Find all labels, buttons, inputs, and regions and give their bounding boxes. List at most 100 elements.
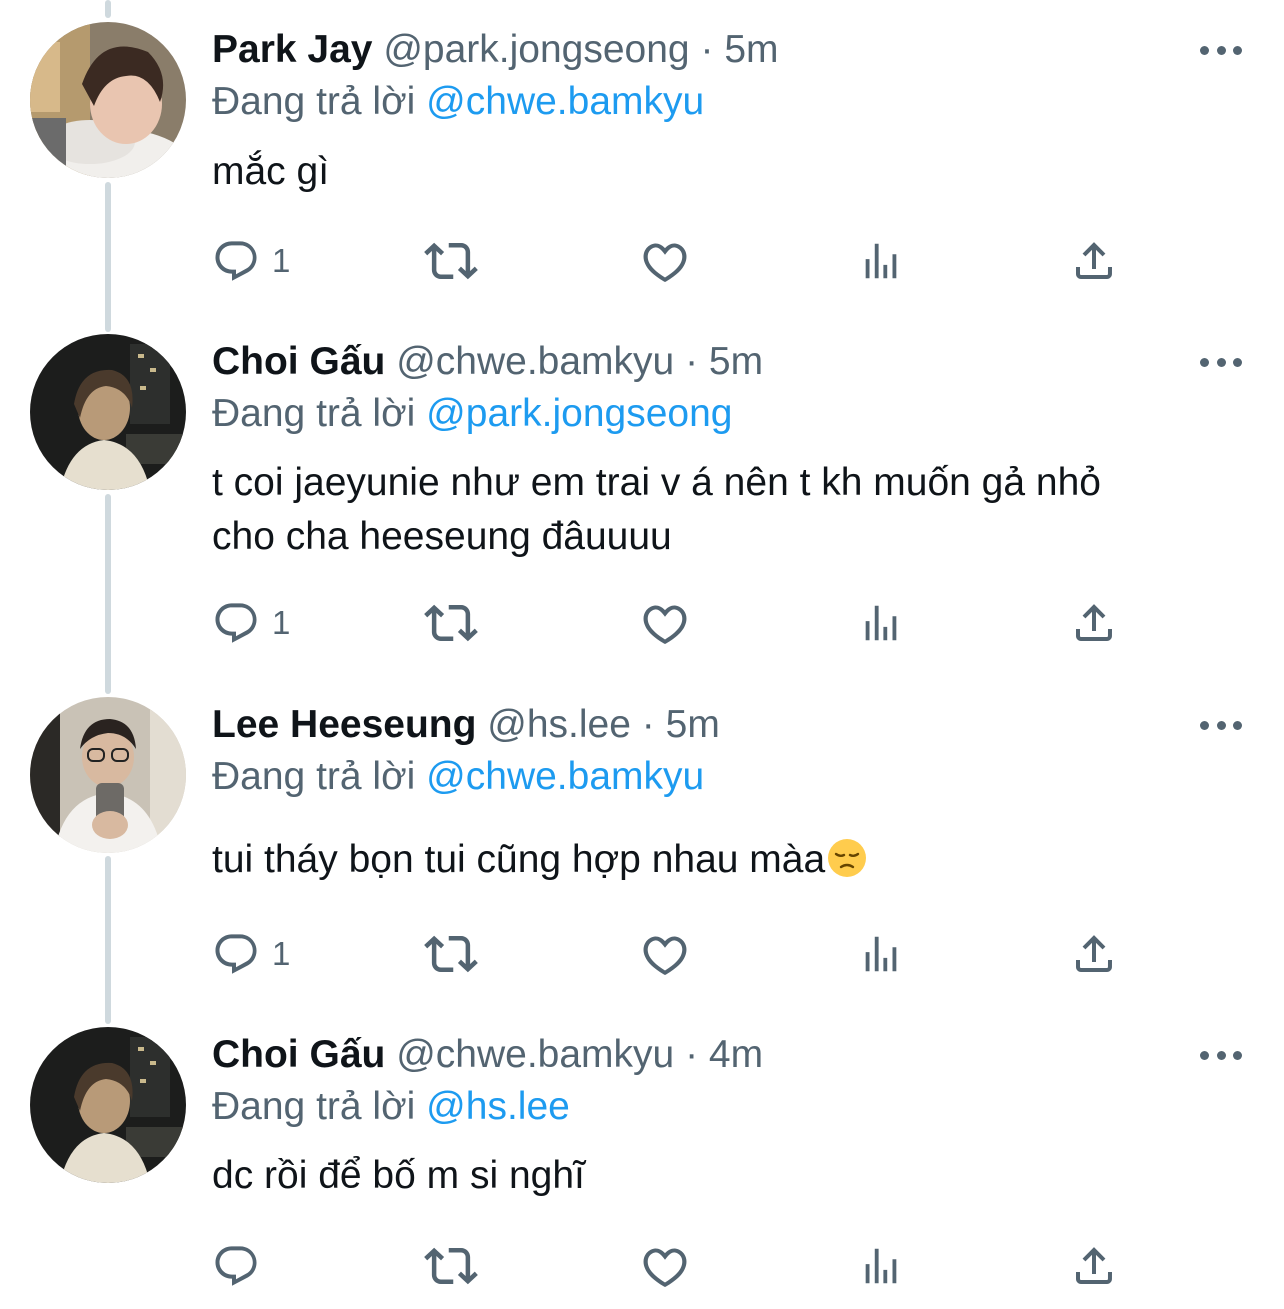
retweet-icon (424, 242, 478, 280)
separator: · (641, 703, 655, 746)
views-button[interactable] (858, 929, 904, 979)
replying-to-link[interactable]: @chwe.bamkyu (426, 80, 704, 123)
reply-count: 1 (272, 242, 291, 279)
heart-icon (643, 936, 687, 976)
tweet-text: t coi jaeyunie như em trai v á nên t kh … (212, 456, 1252, 564)
display-name[interactable]: Choi Gấu (212, 340, 385, 383)
retweet-button[interactable] (424, 929, 478, 979)
timestamp[interactable]: 5m (709, 340, 763, 383)
replying-to-link[interactable]: @chwe.bamkyu (426, 755, 704, 798)
reply-icon (215, 934, 257, 974)
replying-to-label: Đang trả lời (212, 80, 416, 123)
share-icon (1076, 935, 1112, 972)
replying-to-label: Đang trả lời (212, 392, 416, 435)
retweet-button[interactable] (424, 598, 478, 648)
reply-icon (215, 603, 257, 643)
replying-to: Đang trả lời @hs.lee (212, 1083, 570, 1131)
replying-to-link[interactable]: @park.jongseong (426, 392, 732, 435)
avatar[interactable] (30, 334, 186, 490)
replying-to-label: Đang trả lời (212, 755, 416, 798)
retweet-button[interactable] (424, 1241, 478, 1291)
timestamp[interactable]: 5m (724, 28, 778, 71)
replying-to-label: Đang trả lời (212, 1085, 416, 1128)
reply-button[interactable]: 1 (212, 929, 290, 979)
more-options-icon[interactable] (1200, 713, 1242, 737)
tweet-text-line: cho cha heeseung đâuuuu (212, 515, 672, 558)
avatar[interactable] (30, 1027, 186, 1183)
tweet-text: dc rồi để bố m si nghĩ (212, 1154, 585, 1197)
like-button[interactable] (640, 1241, 690, 1291)
avatar-photo (30, 334, 186, 490)
tweet[interactable]: Park Jay @park.jongseong · 5m Đang trả l… (0, 0, 1284, 312)
tweet-text: tui tháy bọn tui cũng hợp nhau màa (212, 833, 1252, 893)
views-button[interactable] (858, 598, 904, 648)
retweet-icon (424, 1247, 478, 1285)
pensive-face-emoji (827, 838, 867, 893)
timestamp[interactable]: 5m (666, 703, 720, 746)
display-name[interactable]: Park Jay (212, 28, 372, 71)
heart-icon (643, 1248, 687, 1288)
heart-icon (643, 243, 687, 283)
separator: · (700, 28, 714, 71)
reply-icon (215, 1246, 257, 1286)
reply-button[interactable] (212, 1241, 272, 1291)
action-bar: 1 (212, 929, 1212, 979)
reply-button[interactable]: 1 (212, 598, 290, 648)
like-button[interactable] (640, 929, 690, 979)
views-button[interactable] (858, 236, 904, 286)
display-name[interactable]: Choi Gấu (212, 1033, 385, 1076)
replying-to-link[interactable]: @hs.lee (426, 1085, 570, 1128)
more-options-icon[interactable] (1200, 38, 1242, 62)
share-icon (1076, 1247, 1112, 1284)
tweet-header: Park Jay @park.jongseong · 5m (212, 26, 779, 74)
tweet[interactable]: Lee Heeseung @hs.lee · 5m Đang trả lời @… (0, 675, 1284, 1005)
tweet-header: Lee Heeseung @hs.lee · 5m (212, 701, 720, 749)
tweet-header: Choi Gấu @chwe.bamkyu · 5m (212, 338, 763, 386)
separator: · (685, 1033, 699, 1076)
avatar-photo (30, 22, 186, 178)
user-handle[interactable]: @chwe.bamkyu (396, 340, 674, 383)
replying-to: Đang trả lời @park.jongseong (212, 390, 732, 438)
tweet-header: Choi Gấu @chwe.bamkyu · 4m (212, 1031, 763, 1079)
tweet[interactable]: Choi Gấu @chwe.bamkyu · 5m Đang trả lời … (0, 312, 1284, 674)
replying-to: Đang trả lời @chwe.bamkyu (212, 78, 704, 126)
avatar-photo (30, 697, 186, 853)
heart-icon (643, 605, 687, 645)
share-button[interactable] (1070, 236, 1118, 286)
share-button[interactable] (1070, 598, 1118, 648)
tweet-text-line: t coi jaeyunie như em trai v á nên t kh … (212, 461, 1101, 504)
share-icon (1076, 604, 1112, 641)
tweet-text: mắc gì (212, 150, 330, 193)
user-handle[interactable]: @park.jongseong (383, 28, 689, 71)
timestamp[interactable]: 4m (709, 1033, 763, 1076)
views-bar-chart-icon (865, 936, 897, 972)
replying-to: Đang trả lời @chwe.bamkyu (212, 753, 704, 801)
retweet-icon (424, 604, 478, 642)
retweet-button[interactable] (424, 236, 478, 286)
views-button[interactable] (858, 1241, 904, 1291)
views-bar-chart-icon (865, 243, 897, 279)
like-button[interactable] (640, 236, 690, 286)
action-bar: 1 (212, 598, 1212, 648)
reply-count: 1 (272, 604, 291, 641)
tweet-text-content: tui tháy bọn tui cũng hợp nhau màa (212, 838, 826, 881)
avatar[interactable] (30, 22, 186, 178)
reply-button[interactable]: 1 (212, 236, 290, 286)
like-button[interactable] (640, 598, 690, 648)
share-icon (1076, 242, 1112, 279)
tweet[interactable]: Choi Gấu @chwe.bamkyu · 4m Đang trả lời … (0, 1005, 1284, 1309)
user-handle[interactable]: @hs.lee (487, 703, 631, 746)
more-options-icon[interactable] (1200, 1043, 1242, 1067)
action-bar: 1 (212, 236, 1212, 286)
user-handle[interactable]: @chwe.bamkyu (396, 1033, 674, 1076)
more-options-icon[interactable] (1200, 350, 1242, 374)
avatar-photo (30, 1027, 186, 1183)
avatar[interactable] (30, 697, 186, 853)
views-bar-chart-icon (865, 1248, 897, 1284)
display-name[interactable]: Lee Heeseung (212, 703, 476, 746)
share-button[interactable] (1070, 929, 1118, 979)
action-bar (212, 1241, 1212, 1291)
separator: · (685, 340, 699, 383)
share-button[interactable] (1070, 1241, 1118, 1291)
views-bar-chart-icon (865, 605, 897, 641)
